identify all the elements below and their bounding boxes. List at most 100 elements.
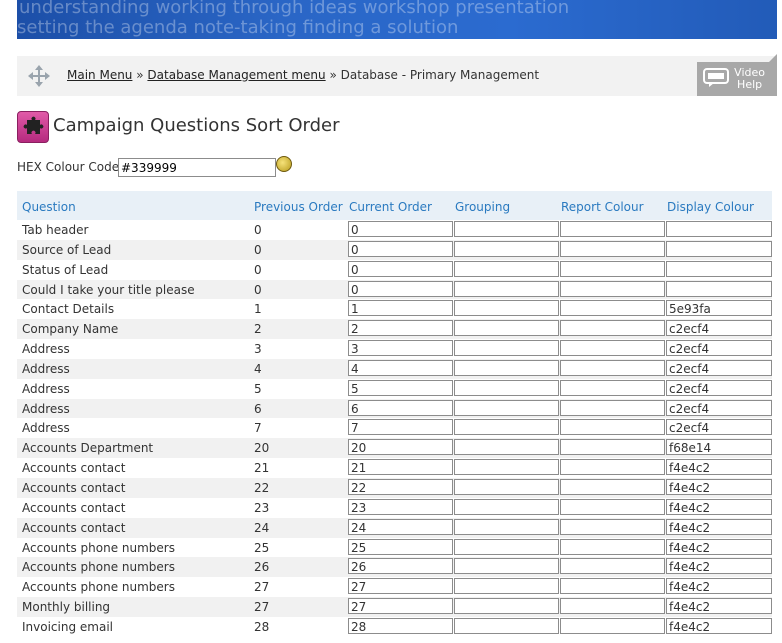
current-order-input[interactable]: 27 [348,578,453,595]
current-order-input[interactable]: 0 [348,260,453,277]
grouping-input[interactable] [454,300,559,317]
current-order-input[interactable]: 0 [348,240,453,257]
report-colour-input[interactable] [560,419,665,436]
report-colour-input[interactable] [560,617,665,634]
grouping-input[interactable] [454,558,559,575]
breadcrumb-main-menu-link[interactable]: Main Menu [67,68,132,82]
grouping-input[interactable] [454,598,559,615]
display-colour-input[interactable]: f4e4c2 [666,558,772,575]
report-colour-input[interactable] [560,240,665,257]
grouping-input[interactable] [454,578,559,595]
report-colour-input[interactable] [560,379,665,396]
grouping-input[interactable] [454,459,559,476]
current-order-input[interactable]: 21 [348,459,453,476]
current-order-input[interactable]: 20 [348,439,453,456]
grouping-input[interactable] [454,538,559,555]
col-header-question[interactable]: Question [22,200,76,214]
current-order-input[interactable]: 23 [348,498,453,515]
video-help-button[interactable]: Video Help [697,54,777,96]
grouping-input[interactable] [454,221,559,237]
current-order-input[interactable]: 24 [348,518,453,535]
display-colour-input[interactable]: c2ecf4 [666,399,772,416]
hex-colour-input[interactable] [118,158,276,177]
previous-order-cell: 0 [254,242,262,257]
col-header-display-colour[interactable]: Display Colour [667,200,754,214]
display-colour-input[interactable]: f4e4c2 [666,478,772,495]
display-colour-input[interactable]: f4e4c2 [666,459,772,476]
previous-order-cell: 4 [254,361,262,376]
grouping-input[interactable] [454,478,559,495]
display-colour-input[interactable]: c2ecf4 [666,320,772,337]
grouping-input[interactable] [454,340,559,357]
current-order-input[interactable]: 5 [348,379,453,396]
report-colour-input[interactable] [560,280,665,297]
current-order-input[interactable]: 26 [348,558,453,575]
col-header-previous-order[interactable]: Previous Order [254,200,343,214]
current-order-input[interactable]: 7 [348,419,453,436]
col-header-report-colour[interactable]: Report Colour [561,200,644,214]
display-colour-input[interactable]: f4e4c2 [666,498,772,515]
report-colour-input[interactable] [560,260,665,277]
report-colour-input[interactable] [560,558,665,575]
current-order-input[interactable]: 27 [348,598,453,615]
grouping-input[interactable] [454,498,559,515]
report-colour-input[interactable] [560,459,665,476]
current-order-input[interactable]: 1 [348,300,453,317]
report-colour-input[interactable] [560,439,665,456]
col-header-grouping[interactable]: Grouping [455,200,510,214]
display-colour-input[interactable]: c2ecf4 [666,419,772,436]
display-colour-input[interactable]: f68e14 [666,439,772,456]
grouping-input[interactable] [454,240,559,257]
display-colour-input[interactable]: c2ecf4 [666,379,772,396]
grouping-input[interactable] [454,260,559,277]
current-order-input[interactable]: 0 [348,221,453,237]
grouping-input[interactable] [454,320,559,337]
report-colour-input[interactable] [560,518,665,535]
colour-picker-icon[interactable] [276,156,292,172]
report-colour-input[interactable] [560,221,665,237]
report-colour-input[interactable] [560,340,665,357]
current-order-input[interactable]: 28 [348,617,453,634]
report-colour-input[interactable] [560,538,665,555]
grouping-input[interactable] [454,617,559,634]
report-colour-input[interactable] [560,598,665,615]
grouping-input[interactable] [454,419,559,436]
display-colour-input[interactable]: f4e4c2 [666,538,772,555]
table-row: Accounts phone numbers 25 25 f4e4c2 [17,538,772,558]
current-order-input[interactable]: 0 [348,280,453,297]
display-colour-input[interactable] [666,240,772,257]
question-cell: Invoicing email [22,619,113,634]
report-colour-input[interactable] [560,478,665,495]
display-colour-input[interactable]: f4e4c2 [666,578,772,595]
report-colour-input[interactable] [560,320,665,337]
previous-order-cell: 0 [254,262,262,277]
current-order-input[interactable]: 6 [348,399,453,416]
grouping-input[interactable] [454,280,559,297]
current-order-input[interactable]: 2 [348,320,453,337]
report-colour-input[interactable] [560,359,665,376]
display-colour-input[interactable]: f4e4c2 [666,598,772,615]
grouping-input[interactable] [454,359,559,376]
report-colour-input[interactable] [560,300,665,317]
display-colour-input[interactable]: c2ecf4 [666,359,772,376]
current-order-input[interactable]: 25 [348,538,453,555]
report-colour-input[interactable] [560,578,665,595]
display-colour-input[interactable] [666,221,772,237]
current-order-input[interactable]: 3 [348,340,453,357]
grouping-input[interactable] [454,439,559,456]
display-colour-input[interactable] [666,280,772,297]
breadcrumb-database-management-link[interactable]: Database Management menu [147,68,325,82]
current-order-input[interactable]: 22 [348,478,453,495]
display-colour-input[interactable]: f4e4c2 [666,518,772,535]
display-colour-input[interactable]: f4e4c2 [666,617,772,634]
display-colour-input[interactable]: 5e93fa [666,300,772,317]
report-colour-input[interactable] [560,498,665,515]
grouping-input[interactable] [454,518,559,535]
current-order-input[interactable]: 4 [348,359,453,376]
col-header-current-order[interactable]: Current Order [349,200,432,214]
report-colour-input[interactable] [560,399,665,416]
grouping-input[interactable] [454,399,559,416]
display-colour-input[interactable]: c2ecf4 [666,340,772,357]
grouping-input[interactable] [454,379,559,396]
display-colour-input[interactable] [666,260,772,277]
